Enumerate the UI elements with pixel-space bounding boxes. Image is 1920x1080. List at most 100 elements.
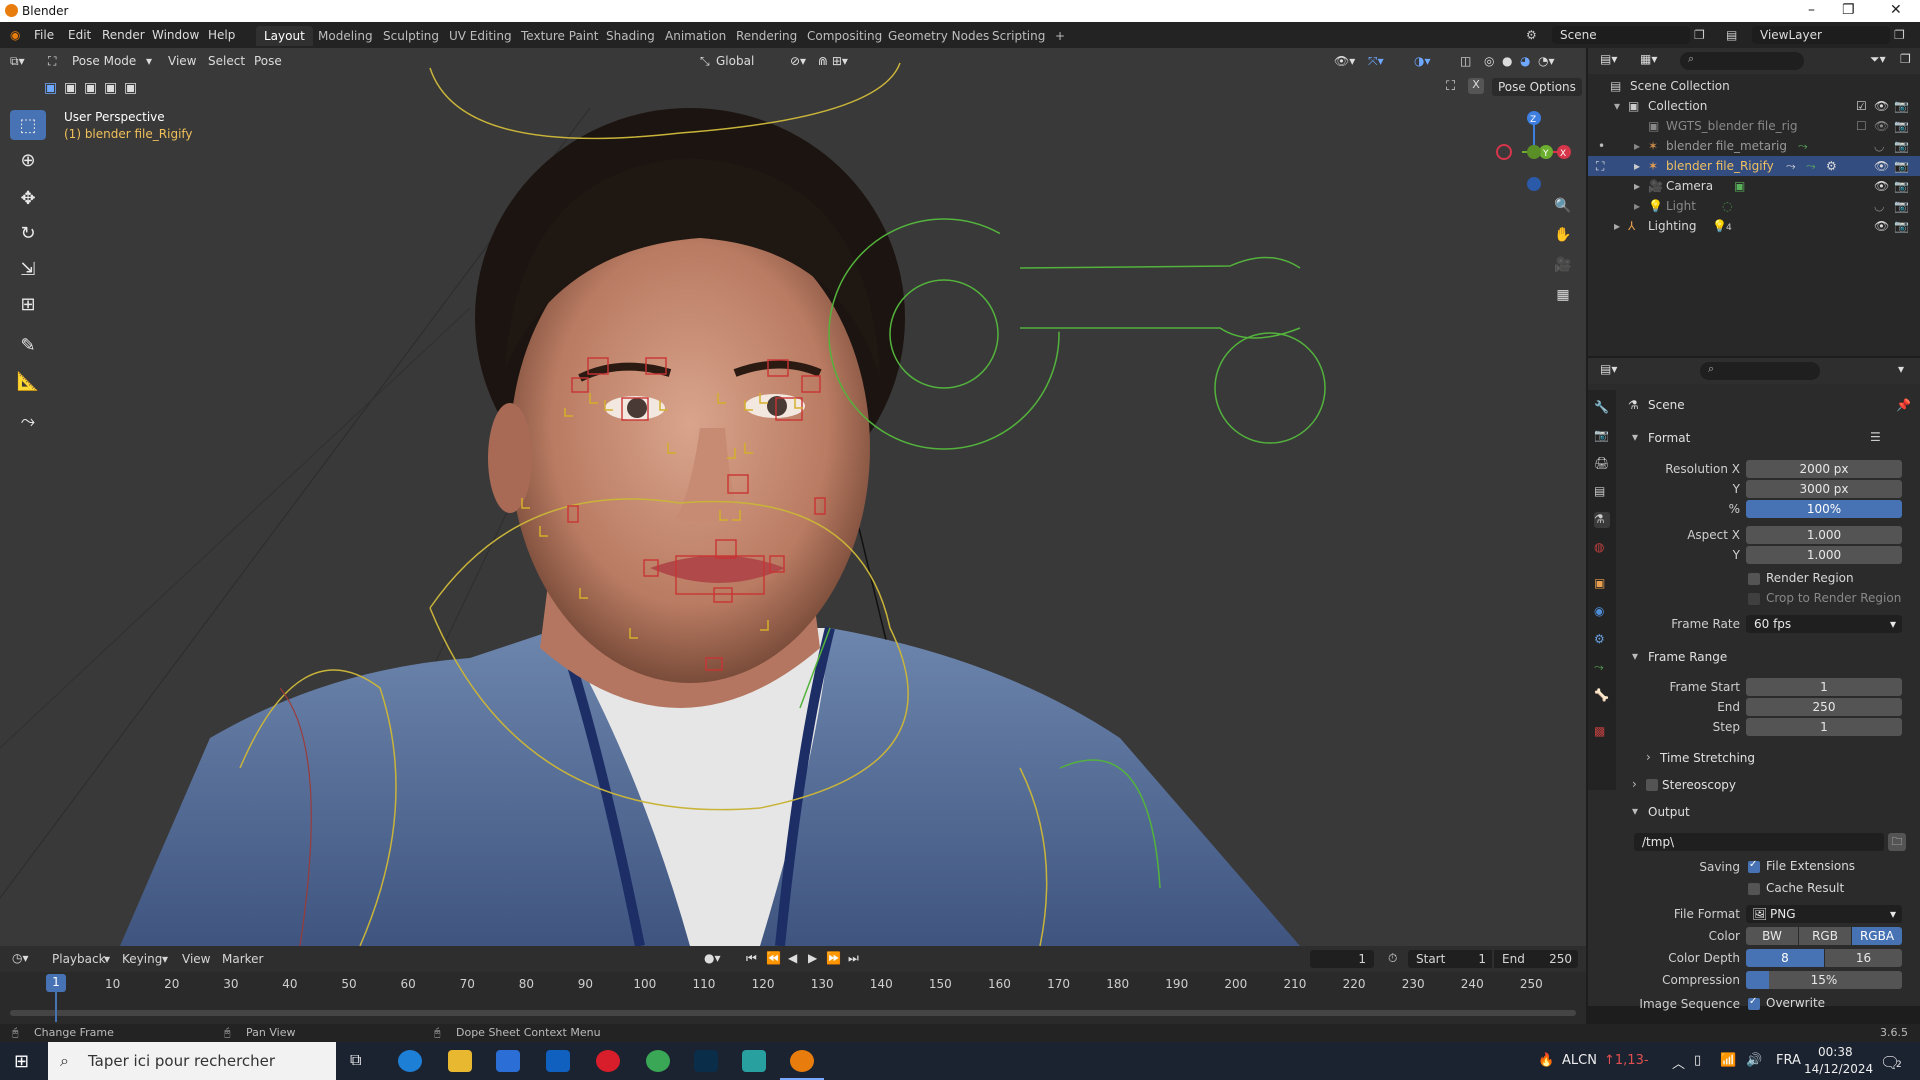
tab-layout[interactable]: Layout [256,26,313,46]
frame-rate-dropdown[interactable]: 60 fps ▾ [1746,615,1902,633]
xray-icon[interactable]: ◫ [1460,54,1471,68]
compression-slider[interactable]: 15% [1746,971,1902,989]
photoshop-icon[interactable] [694,1050,718,1072]
expand-icon[interactable]: ▸ [1634,159,1640,173]
outliner-row-lighting[interactable]: ▸ ⅄ Lighting 💡 4 👁 📷 [1588,216,1920,236]
armature-data-tab-icon[interactable]: ⤳ [1594,660,1610,676]
camera-render-icon[interactable]: 📷 [1894,179,1909,193]
blender-taskbar-icon[interactable] [790,1050,814,1072]
tab-geometry-nodes[interactable]: Geometry Nodes [880,26,997,46]
preset-list-icon[interactable]: ☰ [1870,430,1881,444]
tab-uv-editing[interactable]: UV Editing [441,26,520,46]
pivot-icon[interactable]: ⊘▾ [790,54,806,68]
transform-tool[interactable]: ⊞ [10,289,46,319]
eye-hidden-icon[interactable]: ◡ [1874,199,1884,213]
pan-hand-icon[interactable]: ✋ [1552,224,1574,246]
checkbox-icon[interactable]: ☐ [1856,119,1867,133]
crop-region-checkbox[interactable] [1748,593,1760,605]
viewlayer-selector[interactable]: ViewLayer [1752,26,1890,44]
file-extensions-checkbox[interactable] [1748,859,1760,873]
snap-icon[interactable]: ⋒ ⊞▾ [818,54,848,68]
start-frame-field[interactable]: Start 1 [1408,950,1492,968]
eye-icon[interactable]: 👁 [1874,119,1889,133]
frame-end-field[interactable]: 250 [1746,698,1902,716]
outliner-row-camera[interactable]: ▸ 🎥 Camera ▣ 👁 📷 [1588,176,1920,196]
pose-options-dropdown[interactable]: Pose Options [1492,78,1582,96]
play-icon[interactable]: ▶ [808,951,817,965]
menu-help[interactable]: Help [208,28,235,42]
expand-icon[interactable]: ▸ [1634,139,1640,153]
mode-dropdown[interactable]: Pose Mode [72,54,136,68]
resolution-y-field[interactable]: 3000 px [1746,480,1902,498]
jump-start-icon[interactable]: ⏮ [746,951,757,966]
show-hidden-icons[interactable]: ︿ [1672,1053,1685,1072]
aspect-y-field[interactable]: 1.000 [1746,546,1902,564]
stopwatch-icon[interactable]: ⏱ [1388,951,1397,966]
stereoscopy-checkbox[interactable] [1646,779,1658,791]
tab-shading[interactable]: Shading [598,26,663,46]
wifi-icon[interactable]: 📶 [1720,1053,1736,1068]
ortho-grid-icon[interactable]: ▦ [1552,284,1574,306]
annotate-tool[interactable]: ✎ [10,330,46,360]
gizmo-toggle-icon[interactable]: ⤧▾ [1368,54,1384,69]
tab-rendering[interactable]: Rendering [728,26,805,46]
end-frame-field[interactable]: End 250 [1494,950,1578,968]
prev-keyframe-icon[interactable]: ⏪ [766,951,781,965]
resolution-x-field[interactable]: 2000 px [1746,460,1902,478]
minimize-button[interactable]: – [1808,2,1815,18]
new-viewlayer-icon[interactable]: ❐ [1894,28,1905,42]
tool-tab-icon[interactable]: 🔧 [1594,400,1610,416]
store-icon[interactable] [496,1050,520,1072]
outliner-row-metarig[interactable]: • ▸ ✶ blender file_metarig ⤳ ◡ 📷 [1588,136,1920,156]
measure-tool[interactable]: 📐 [10,366,46,396]
select-extend-icon[interactable]: ▣ [64,80,77,96]
menu-render[interactable]: Render [102,28,145,42]
options-chevron-icon[interactable]: ▾ [1898,362,1904,376]
shading-solid-icon[interactable]: ● [1502,54,1512,68]
eye-hidden-icon[interactable]: ◡ [1874,139,1884,153]
select-intersect-icon[interactable]: ▣ [124,80,137,96]
playhead-frame-indicator[interactable]: 1 [46,974,66,992]
zoom-icon[interactable]: 🔍 [1552,195,1574,217]
expand-icon[interactable]: ▸ [1634,179,1640,193]
bone-tool[interactable]: ⤳ [10,406,46,436]
tab-texture-paint[interactable]: Texture Paint [513,26,606,46]
tray-app-icon[interactable]: 🔥 [1538,1053,1554,1068]
taskbar-search-box[interactable]: ⌕ Taper ici pour rechercher [48,1042,336,1080]
output-section-title[interactable]: Output [1648,805,1690,819]
filter-icon[interactable]: ⏷▾ [1870,52,1886,67]
properties-editor-icon[interactable]: ▤▾ [1600,362,1617,376]
orientation-dropdown[interactable]: Global [716,54,754,68]
menu-file[interactable]: File [34,28,54,42]
language-indicator[interactable]: FRA [1776,1053,1801,1068]
tab-sculpting[interactable]: Sculpting [375,26,447,46]
menu-edit[interactable]: Edit [68,28,91,42]
opera-icon[interactable] [596,1050,620,1072]
scene-selector[interactable]: Scene [1552,26,1690,44]
scale-tool[interactable]: ⇲ [10,254,46,284]
timeline-scrollbar[interactable] [0,1006,1586,1020]
next-keyframe-icon[interactable]: ⏩ [826,951,841,965]
play-reverse-icon[interactable]: ◀ [788,951,797,965]
expand-icon[interactable]: ▸ [1634,199,1640,213]
color-rgba-button[interactable]: RGBA [1852,927,1902,945]
eye-icon[interactable]: 👁 [1874,99,1889,113]
outliner-search-input[interactable] [1680,52,1804,70]
move-tool[interactable]: ✥ [10,183,46,213]
timeline-editor-icon[interactable]: ◷▾ [12,951,29,965]
battery-icon[interactable]: ▯ [1694,1053,1701,1068]
menu-keying[interactable]: Keying [122,952,162,966]
frame-step-field[interactable]: 1 [1746,718,1902,736]
overlay-toggle-icon[interactable]: ◑▾ [1414,54,1431,68]
select-new-icon[interactable]: ▣ [44,80,57,96]
format-section-title[interactable]: Format [1648,431,1690,445]
outliner-row-scene-collection[interactable]: ▤ Scene Collection [1588,76,1920,96]
volume-icon[interactable]: 🔊 [1746,1053,1762,1068]
select-invert-icon[interactable]: ▣ [104,80,117,96]
collapse-icon[interactable]: ▾ [1614,99,1620,113]
cache-result-checkbox[interactable] [1748,883,1760,895]
timeline-scroll-thumb[interactable] [10,1010,1576,1016]
shading-rendered-icon[interactable]: ◔▾ [1538,54,1555,68]
outliner-row-light[interactable]: ▸ 💡 Light ◌ ◡ 📷 [1588,196,1920,216]
expand-icon[interactable]: ▸ [1614,219,1620,233]
